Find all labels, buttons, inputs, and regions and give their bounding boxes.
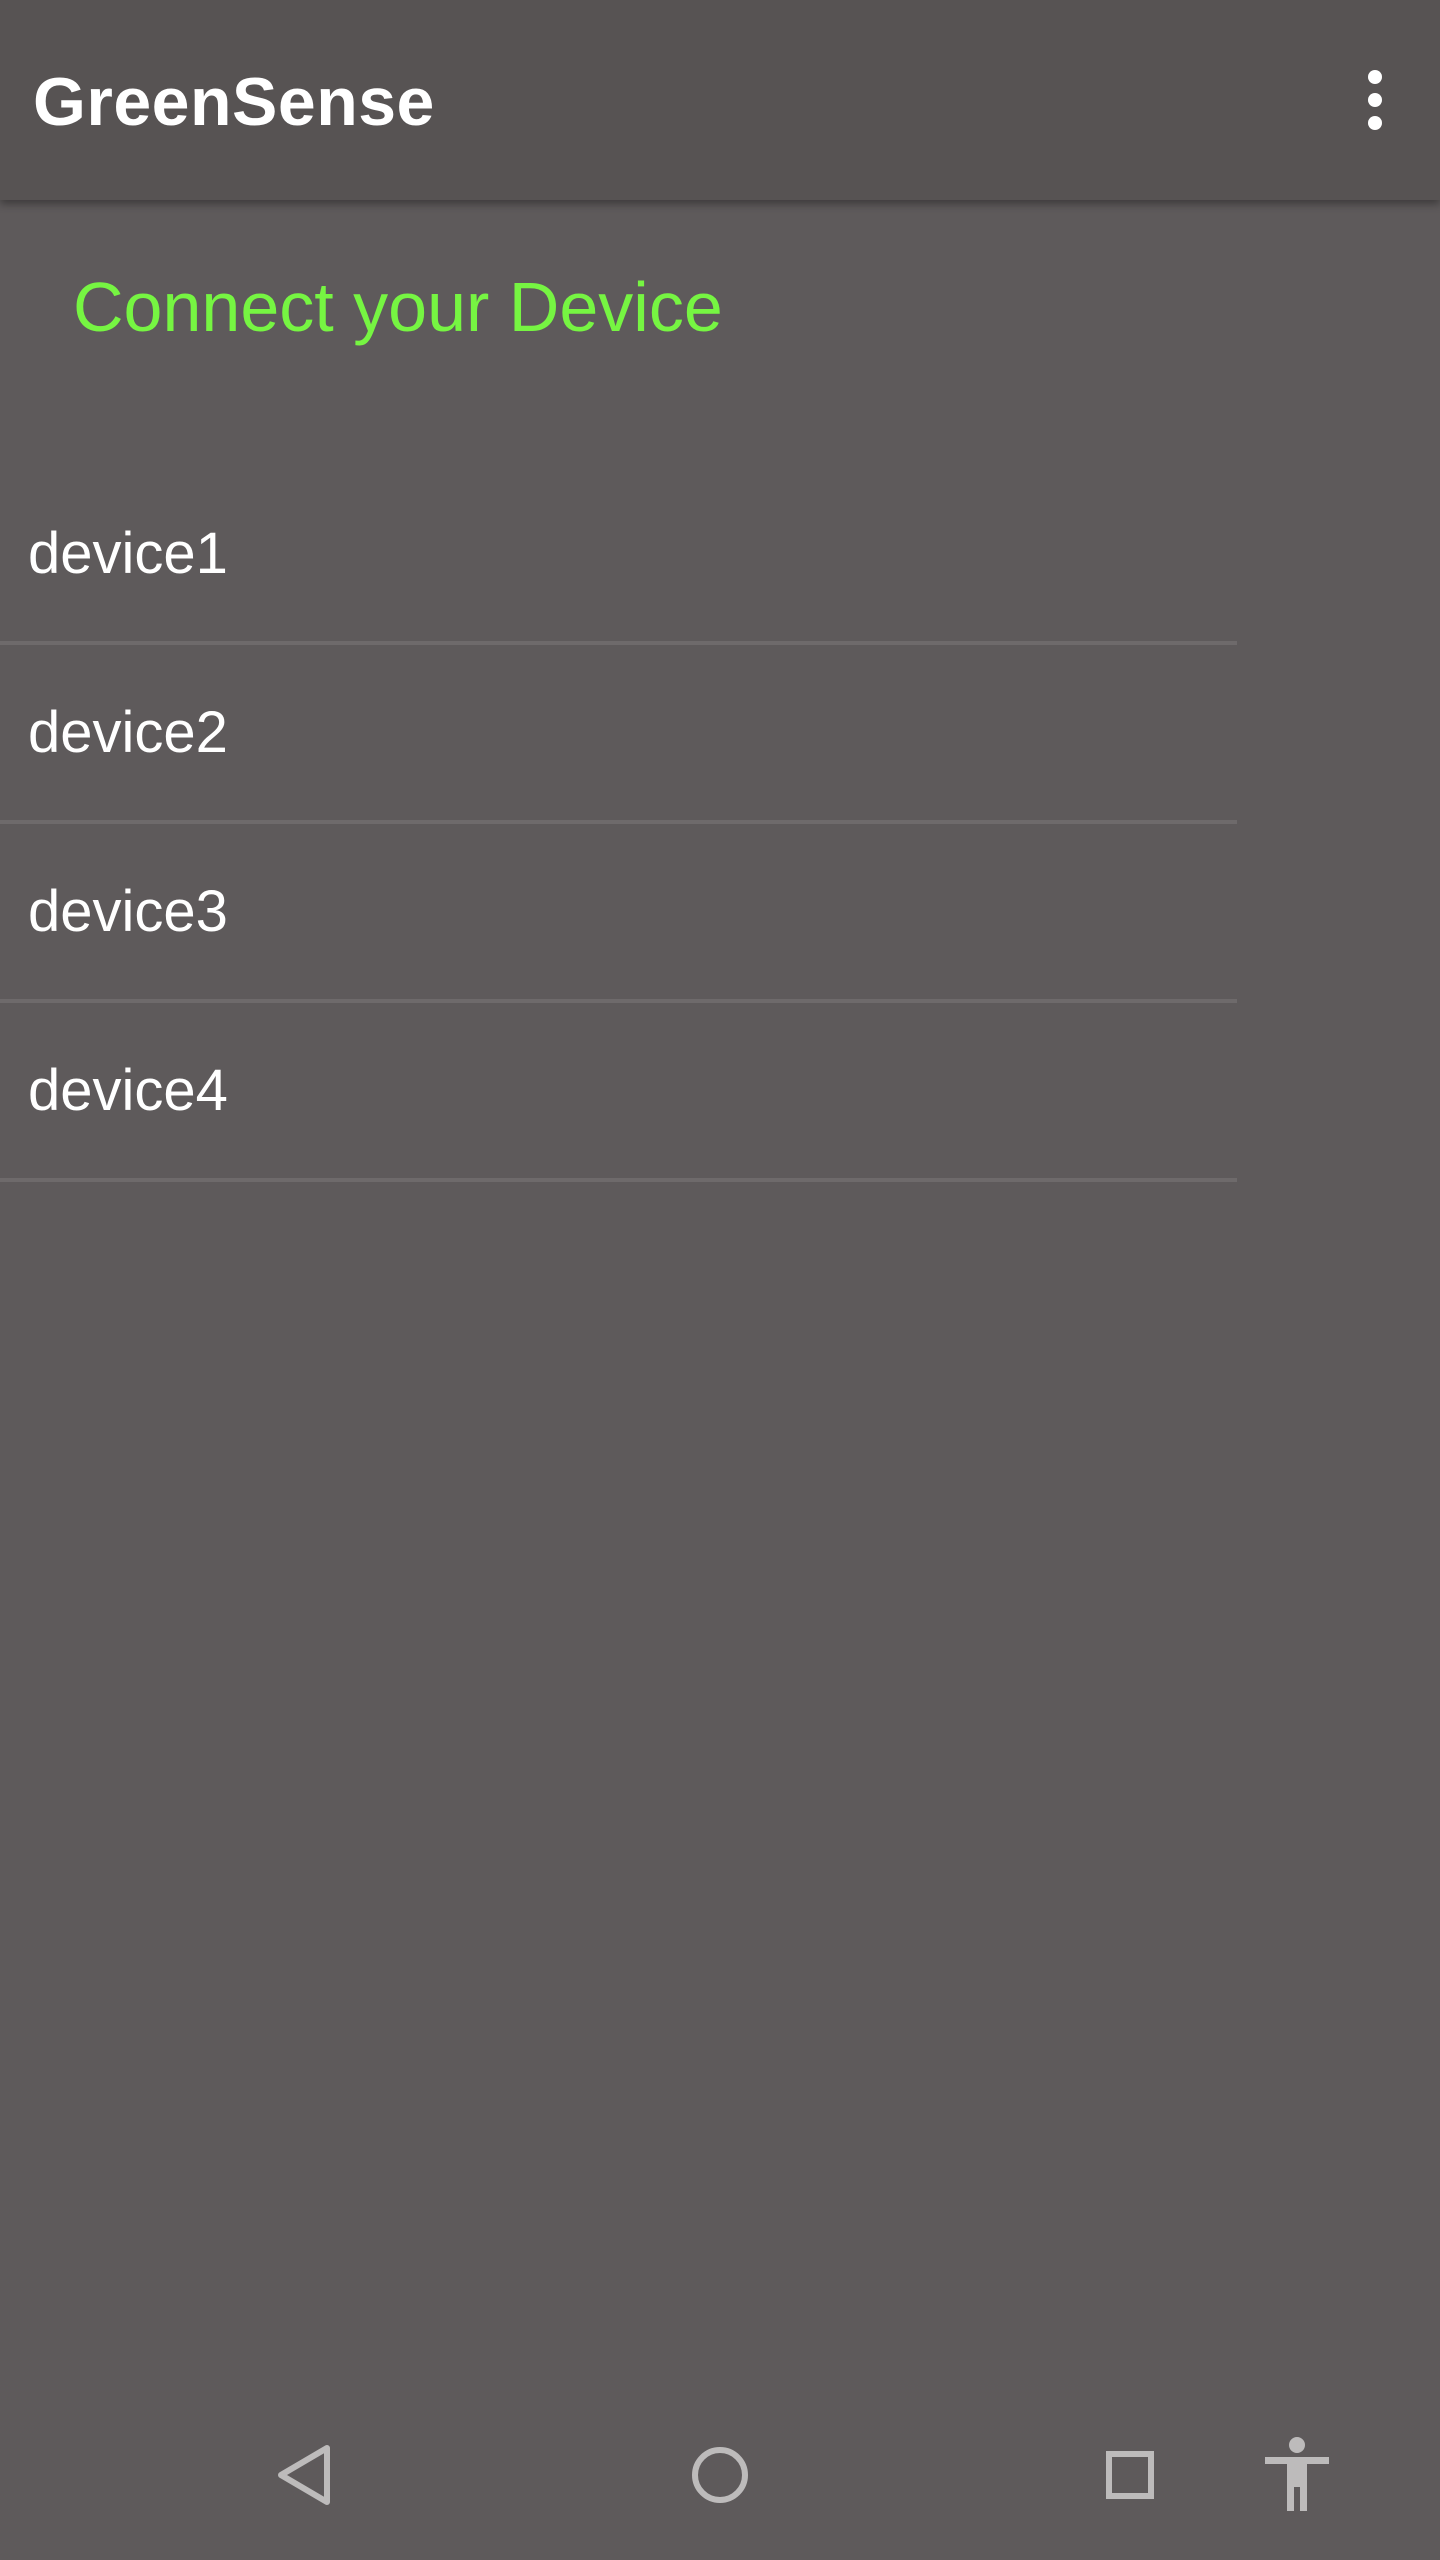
device-list: device1 device2 device3 device4 [0,466,1237,1182]
device-list-item[interactable]: device4 [0,1003,1237,1182]
device-label: device4 [28,1057,228,1123]
device-list-item[interactable]: device1 [0,466,1237,645]
device-label: device3 [28,878,228,944]
accessibility-button[interactable] [1247,2425,1347,2525]
app-title: GreenSense [33,64,435,140]
home-button[interactable] [670,2425,770,2525]
connect-device-heading: Connect your Device [73,268,723,346]
overflow-dot [1368,70,1382,84]
more-vert-icon[interactable] [1340,55,1410,145]
back-button[interactable] [256,2425,356,2525]
recents-square-icon [1106,2451,1154,2499]
system-nav-bar [0,2390,1440,2560]
overflow-dot [1368,116,1382,130]
device-label: device2 [28,699,228,765]
home-circle-icon [692,2447,748,2503]
device-list-item[interactable]: device3 [0,824,1237,1003]
device-list-item[interactable]: device2 [0,645,1237,824]
back-triangle-icon [278,2445,330,2505]
recents-button[interactable] [1080,2425,1180,2525]
accessibility-icon [1265,2437,1329,2511]
app-bar: GreenSense [0,0,1440,200]
screen: GreenSense Connect your Device device1 d… [0,0,1440,2560]
device-label: device1 [28,520,228,586]
overflow-dot [1368,93,1382,107]
